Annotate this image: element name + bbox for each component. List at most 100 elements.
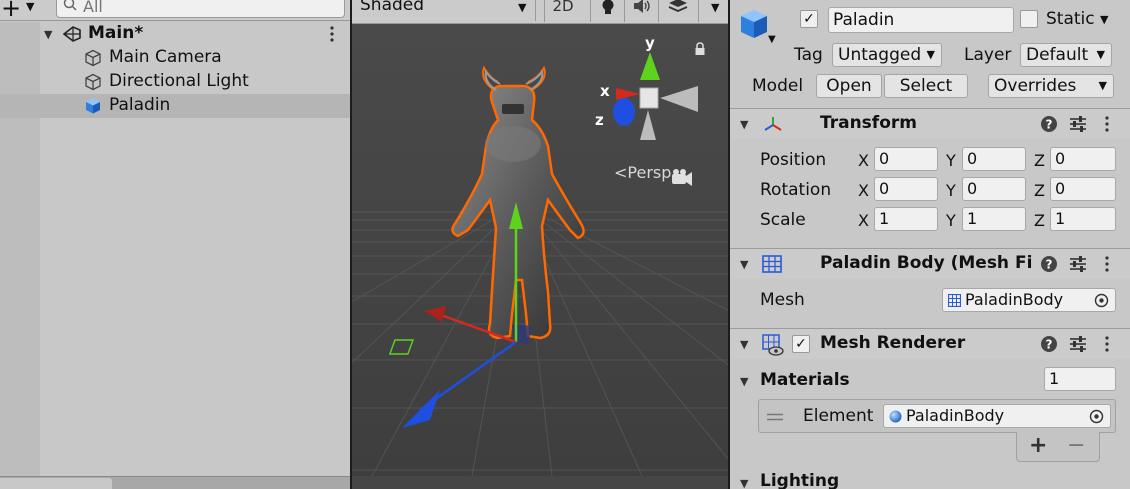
mesh-filter-title: Paladin Body (Mesh Fi: [820, 253, 1033, 273]
object-picker-icon[interactable]: [1089, 409, 1104, 424]
hierarchy-search-box[interactable]: [56, 0, 345, 18]
axis-z-label: Z: [1034, 211, 1045, 230]
caret-down-icon: ▼: [924, 44, 935, 66]
unity-scene-icon: [62, 26, 81, 42]
hierarchy-item-paladin[interactable]: Paladin: [0, 94, 350, 118]
kebab-menu-icon[interactable]: [1102, 255, 1112, 273]
axis-y-label: Y: [946, 181, 956, 200]
add-element-button[interactable]: +: [1029, 433, 1047, 458]
remove-element-button[interactable]: −: [1067, 433, 1085, 458]
help-icon[interactable]: ?: [1040, 115, 1058, 133]
foldout-down-icon[interactable]: ▼: [740, 338, 748, 351]
scene-view-panel: Shaded ▼ 2D ▼ y x z <Persp: [350, 0, 728, 489]
projection-label[interactable]: <Persp: [614, 163, 671, 182]
hierarchy-scene-row[interactable]: ▼ Main*: [0, 22, 350, 46]
caret-down-icon: ▼: [518, 1, 527, 14]
icon-picker-caret-icon[interactable]: ▼: [768, 34, 776, 45]
object-name-input[interactable]: Paladin: [828, 7, 1014, 33]
hierarchy-item-label: Main Camera: [109, 47, 222, 67]
axis-z-label: Z: [1034, 181, 1045, 200]
model-select-button[interactable]: Select: [884, 74, 968, 98]
scale-x-input[interactable]: 1: [874, 207, 938, 231]
kebab-menu-icon[interactable]: [1102, 115, 1112, 133]
presets-sliders-icon[interactable]: [1068, 115, 1088, 133]
layers-icon: [668, 0, 688, 12]
gizmo-y-label: y: [645, 34, 655, 52]
position-label: Position: [760, 150, 827, 170]
kebab-menu-icon[interactable]: [326, 25, 338, 43]
svg-text:?: ?: [1046, 258, 1053, 272]
toggle-2d-button[interactable]: 2D: [544, 0, 580, 22]
mesh-renderer-title: Mesh Renderer: [820, 333, 966, 353]
materials-foldout-icon[interactable]: ▼: [740, 375, 748, 388]
mesh-grid-icon: [762, 255, 782, 273]
hierarchy-item-main-camera[interactable]: Main Camera: [0, 46, 350, 70]
tag-dropdown[interactable]: Untagged ▼: [832, 43, 942, 67]
mesh-renderer-enabled-checkbox[interactable]: ✓: [792, 335, 810, 353]
position-z-input[interactable]: 0: [1050, 147, 1116, 171]
position-y-input[interactable]: 0: [962, 147, 1026, 171]
lighting-foldout-icon[interactable]: ▼: [740, 477, 748, 489]
tab-project[interactable]: [0, 478, 112, 489]
rotation-x-input[interactable]: 0: [874, 177, 938, 201]
rotation-y-input[interactable]: 0: [962, 177, 1026, 201]
help-icon[interactable]: ?: [1040, 335, 1058, 353]
hierarchy-search-input[interactable]: [83, 0, 338, 16]
mesh-grid-icon: [948, 294, 961, 307]
foldout-down-icon[interactable]: ▼: [44, 28, 52, 41]
model-open-button[interactable]: Open: [816, 74, 882, 98]
lighting-label: Lighting: [760, 471, 840, 489]
overrides-dropdown[interactable]: Overrides ▼: [988, 74, 1114, 98]
scene-lighting-toggle[interactable]: [590, 0, 624, 22]
scale-z-input[interactable]: 1: [1050, 207, 1116, 231]
object-picker-icon[interactable]: [1094, 293, 1109, 308]
scene-audio-toggle[interactable]: [624, 0, 658, 22]
overrides-label: Overrides: [994, 76, 1077, 96]
transform-header[interactable]: ▼ Transform ?: [730, 109, 1130, 139]
scene-toolbar: Shaded ▼ 2D ▼: [352, 0, 728, 24]
foldout-down-icon[interactable]: ▼: [740, 118, 748, 131]
help-icon[interactable]: ?: [1040, 255, 1058, 273]
mesh-object-field[interactable]: PaladinBody: [942, 288, 1116, 312]
foldout-down-icon[interactable]: ▼: [740, 258, 748, 271]
scale-y-input[interactable]: 1: [962, 207, 1026, 231]
component-header-icons: ?: [1040, 115, 1114, 133]
scene-effects-dropdown[interactable]: ▼: [698, 0, 728, 22]
static-checkbox[interactable]: [1020, 10, 1038, 28]
mesh-renderer-header[interactable]: ▼ ✓ Mesh Renderer ?: [730, 329, 1130, 359]
gizmo-center-cube[interactable]: [639, 87, 659, 109]
drag-handle-icon[interactable]: [767, 413, 783, 421]
static-caret-icon[interactable]: ▼: [1100, 13, 1108, 26]
search-icon: [63, 0, 77, 11]
lock-icon[interactable]: [694, 42, 706, 56]
model-label: Model: [752, 76, 804, 96]
materials-count-input[interactable]: 1: [1044, 367, 1116, 391]
hierarchy-item-label: Directional Light: [109, 71, 249, 91]
mesh-value: PaladinBody: [965, 290, 1064, 309]
kebab-menu-icon[interactable]: [1102, 335, 1112, 353]
tag-label: Tag: [794, 45, 823, 65]
presets-sliders-icon[interactable]: [1068, 255, 1088, 273]
layer-dropdown[interactable]: Default ▼: [1020, 43, 1112, 67]
materials-list: Element PaladinBody: [758, 399, 1116, 433]
element-material-field[interactable]: PaladinBody: [883, 404, 1111, 428]
component-header-icons: ?: [1040, 255, 1114, 273]
position-x-input[interactable]: 0: [874, 147, 938, 171]
hierarchy-toolbar: + ▼: [0, 0, 350, 22]
hierarchy-item-directional-light[interactable]: Directional Light: [0, 70, 350, 94]
list-add-remove-footer: + −: [1016, 432, 1100, 462]
presets-sliders-icon[interactable]: [1068, 335, 1088, 353]
transform-axes-icon: [764, 117, 782, 131]
create-plus-icon[interactable]: +: [0, 0, 22, 22]
axis-x-label: X: [858, 151, 869, 170]
mesh-filter-header[interactable]: ▼ Paladin Body (Mesh Fi ?: [730, 249, 1130, 279]
shading-mode-dropdown[interactable]: Shaded ▼: [356, 0, 536, 21]
create-caret-icon[interactable]: ▼: [26, 0, 34, 13]
scene-effects-toggle[interactable]: [658, 0, 698, 22]
light-bulb-icon: [602, 0, 614, 14]
gizmo-z-cone[interactable]: [613, 98, 635, 126]
active-checkbox[interactable]: ✓: [800, 10, 818, 28]
rotation-label: Rotation: [760, 180, 832, 200]
rotation-z-input[interactable]: 0: [1050, 177, 1116, 201]
scene-viewport[interactable]: y x z: [352, 24, 728, 476]
